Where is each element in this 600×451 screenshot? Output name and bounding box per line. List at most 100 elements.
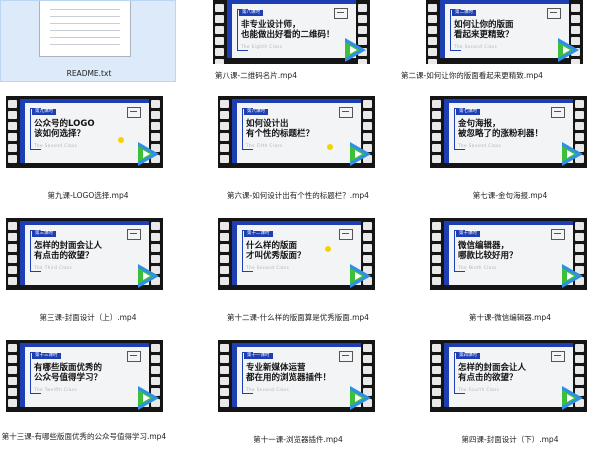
lesson-title: 公众号的LOGO 该如何选择？ <box>34 119 95 139</box>
lesson-tag: 第七课时 <box>456 109 480 115</box>
lesson-title: 有哪些版面优秀的 公众号值得学习？ <box>34 363 103 383</box>
video-thumbnail: 第三课时 怎样的封面会让人 有点击的欲望？ The Third Class <box>6 218 163 290</box>
logo-icon <box>339 107 353 118</box>
video-frame: 第九课时 公众号的LOGO 该如何选择？ The Second Class <box>20 99 149 163</box>
video-frame: 第十二课时 什么样的版面 才叫优秀版面？ The Second Class <box>232 221 361 285</box>
film-strip-left <box>430 96 444 168</box>
film-strip-left <box>218 218 232 290</box>
film-strip-left <box>218 340 232 412</box>
film-strip-left <box>6 340 20 412</box>
film-strip-left <box>430 218 444 290</box>
lesson-tag: 第三课时 <box>32 231 56 237</box>
film-strip-left <box>430 340 444 412</box>
file-item-readme[interactable]: README.txt <box>0 0 176 82</box>
video-thumbnail: 第六课时 如何设计出 有个性的标题栏？ The Fifth Class <box>218 96 375 168</box>
file-name: 第十二课-什么样的版面算是优秀版面.mp4 <box>227 313 369 322</box>
lesson-title: 微信编辑器， 哪款比较好用？ <box>458 241 518 261</box>
film-strip-left <box>6 218 20 290</box>
lesson-title: 怎样的封面会让人 有点击的欲望？ <box>34 241 103 261</box>
logo-icon <box>551 351 565 362</box>
logo-icon <box>127 229 141 240</box>
lesson-subtitle: The Second Class <box>454 44 498 49</box>
lesson-tag: 第二课时 <box>452 10 476 16</box>
video-thumbnail: 第四课时 怎样的封面会让人 有点击的欲望？ The Fourth Class <box>430 340 587 412</box>
lesson-subtitle: The Second Class <box>246 265 290 270</box>
play-icon <box>138 386 159 410</box>
logo-icon <box>127 107 141 118</box>
logo-icon <box>334 8 348 19</box>
video-thumbnail: 第七课时 金句海报， 被忽略了的涨粉利器！ The Second Class <box>430 96 587 168</box>
film-strip-left <box>6 96 20 168</box>
film-strip-left <box>426 0 440 64</box>
lesson-tag: 第十三课时 <box>32 353 61 359</box>
logo-icon <box>551 229 565 240</box>
video-frame: 第四课时 怎样的封面会让人 有点击的欲望？ The Fourth Class <box>444 343 573 407</box>
lesson-subtitle: The Second Class <box>246 387 290 392</box>
lesson-subtitle: The Eighth Class <box>241 44 283 49</box>
play-icon <box>562 386 583 410</box>
lesson-subtitle: The Third Class <box>34 265 73 270</box>
file-name: 第十课-微信编辑器.mp4 <box>469 313 551 322</box>
lesson-tag: 第六课时 <box>244 109 268 115</box>
video-frame: 第十一课时 专业新媒体运营 都在用的浏览器插件！ The Second Class <box>232 343 361 407</box>
video-thumbnail: 第八课时 非专业设计师， 也能做出好看的二维码！ The Eighth Class <box>213 0 370 64</box>
file-name: 第七课-金句海报.mp4 <box>472 191 548 200</box>
lesson-title: 什么样的版面 才叫优秀版面？ <box>246 241 306 261</box>
file-name: 第三课-封面设计（上）.mp4 <box>39 313 137 322</box>
file-name: 第四课-封面设计（下）.mp4 <box>461 435 559 444</box>
lesson-tag: 第八课时 <box>239 10 263 16</box>
video-frame: 第二课时 如何让你的版面 看起来更精致？ The Second Class <box>440 0 569 58</box>
file-name: 第十三课-有哪些版面优秀的公众号值得学习.mp4 <box>1 432 167 441</box>
lesson-tag: 第四课时 <box>456 353 480 359</box>
lesson-tag: 第十二课时 <box>244 231 273 237</box>
video-thumbnail: 第十一课时 专业新媒体运营 都在用的浏览器插件！ The Second Class <box>218 340 375 412</box>
play-icon <box>138 264 159 288</box>
text-file-icon <box>39 1 131 57</box>
lesson-title: 怎样的封面会让人 有点击的欲望？ <box>458 363 527 383</box>
film-strip-left <box>213 0 227 64</box>
file-name: 第十一课-浏览器插件.mp4 <box>253 435 343 444</box>
file-name: 第六课-如何设计出有个性的标题栏？.mp4 <box>227 191 369 200</box>
play-icon <box>350 142 371 166</box>
play-icon <box>350 264 371 288</box>
logo-icon <box>339 351 353 362</box>
lesson-subtitle: The Ninth Class <box>458 265 497 270</box>
logo-icon <box>127 351 141 362</box>
lesson-subtitle: The Fourth Class <box>458 387 500 392</box>
video-frame: 第十三课时 有哪些版面优秀的 公众号值得学习？ The Twelfth Class <box>20 343 149 407</box>
lesson-title: 非专业设计师， 也能做出好看的二维码！ <box>241 20 335 40</box>
lesson-subtitle: The Fifth Class <box>246 143 283 148</box>
video-thumbnail: 第九课时 公众号的LOGO 该如何选择？ The Second Class <box>6 96 163 168</box>
lesson-tag: 第十一课时 <box>244 353 273 359</box>
play-icon <box>558 38 579 62</box>
video-frame: 第十课时 微信编辑器， 哪款比较好用？ The Ninth Class <box>444 221 573 285</box>
video-thumbnail: 第十三课时 有哪些版面优秀的 公众号值得学习？ The Twelfth Class <box>6 340 163 412</box>
video-thumbnail: 第十二课时 什么样的版面 才叫优秀版面？ The Second Class <box>218 218 375 290</box>
video-frame: 第八课时 非专业设计师， 也能做出好看的二维码！ The Eighth Class <box>227 0 356 58</box>
play-icon <box>350 386 371 410</box>
lesson-title: 如何设计出 有个性的标题栏？ <box>246 119 315 139</box>
lesson-tag: 第九课时 <box>32 109 56 115</box>
file-name: 第九课-LOGO选择.mp4 <box>47 191 129 200</box>
play-icon <box>562 264 583 288</box>
video-frame: 第七课时 金句海报， 被忽略了的涨粉利器！ The Second Class <box>444 99 573 163</box>
lesson-subtitle: The Second Class <box>34 143 78 148</box>
file-name: 第二课-如何让你的版面看起来更精致.mp4 <box>401 71 543 80</box>
lesson-subtitle: The Second Class <box>458 143 502 148</box>
video-frame: 第三课时 怎样的封面会让人 有点击的欲望？ The Third Class <box>20 221 149 285</box>
film-strip-left <box>218 96 232 168</box>
logo-icon <box>339 229 353 240</box>
lesson-subtitle: The Twelfth Class <box>34 387 78 392</box>
play-icon <box>345 38 366 62</box>
file-name: README.txt <box>66 69 112 78</box>
logo-icon <box>551 107 565 118</box>
file-name: 第八课-二维码名片.mp4 <box>215 71 297 80</box>
video-thumbnail: 第十课时 微信编辑器， 哪款比较好用？ The Ninth Class <box>430 218 587 290</box>
lesson-title: 专业新媒体运营 都在用的浏览器插件！ <box>246 363 332 383</box>
lesson-title: 金句海报， 被忽略了的涨粉利器！ <box>458 119 544 139</box>
logo-icon <box>547 8 561 19</box>
play-icon <box>562 142 583 166</box>
video-thumbnail: 第二课时 如何让你的版面 看起来更精致？ The Second Class <box>426 0 583 64</box>
play-icon <box>138 142 159 166</box>
lesson-tag: 第十课时 <box>456 231 480 237</box>
